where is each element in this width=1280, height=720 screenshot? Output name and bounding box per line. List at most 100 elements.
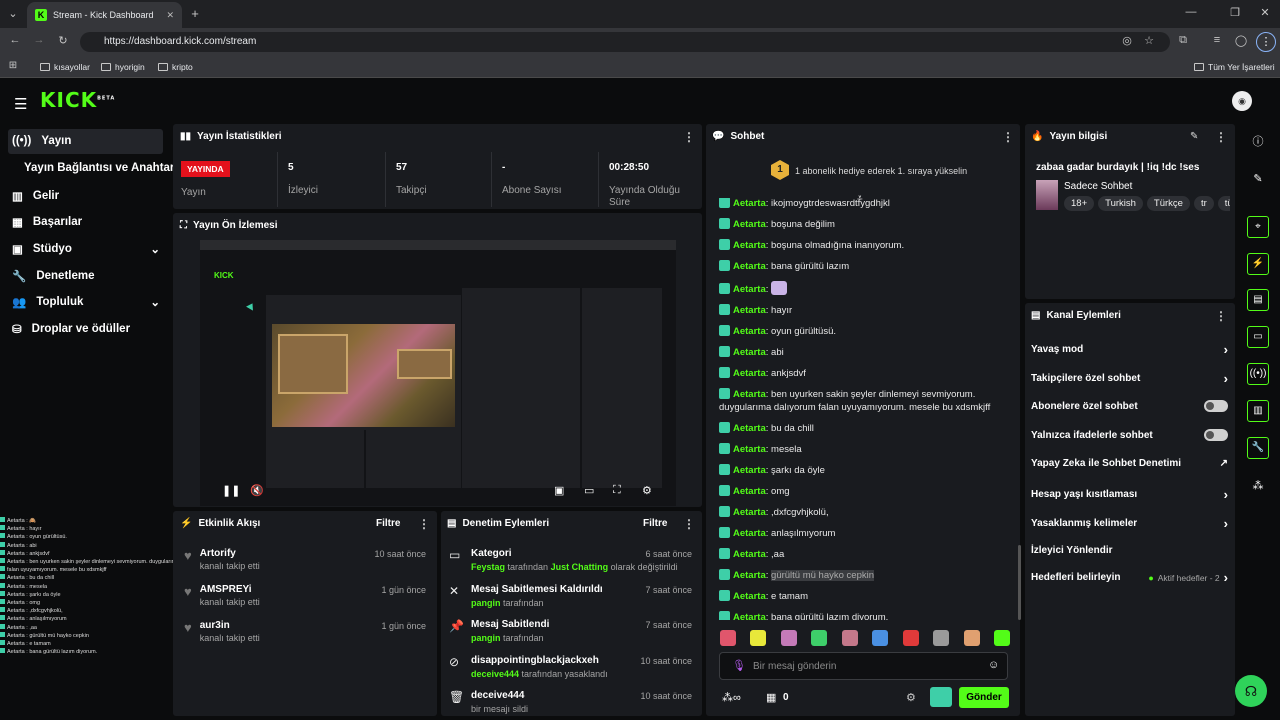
chat-username[interactable]: Aetarta <box>733 465 766 476</box>
channel-action-item[interactable]: İzleyici Yönlendir <box>1031 545 1228 556</box>
channel-action-item[interactable]: Yapay Zeka ile Sohbet Denetimi ↗ <box>1031 458 1228 469</box>
stats-menu-icon[interactable]: ⋮ <box>683 130 695 144</box>
emote-icon[interactable] <box>720 630 736 646</box>
bolt-icon[interactable]: ⚡ <box>1247 253 1269 275</box>
channel-action-item[interactable]: Abonelere özel sohbet <box>1031 400 1228 412</box>
moderation-actor[interactable]: pangin <box>471 598 501 608</box>
sidebar-item-yayin[interactable]: ((•)) Yayın <box>12 135 71 147</box>
chat-message[interactable]: Aetarta: ankjsdvf <box>719 367 1011 380</box>
tag-chip[interactable]: Türkçe <box>1146 196 1190 211</box>
chat-username[interactable]: Aetarta <box>733 305 766 316</box>
tag-chip[interactable]: 18+ <box>1064 196 1095 211</box>
channel-actions-menu-icon[interactable]: ⋮ <box>1215 309 1227 323</box>
info-icon[interactable]: ⓘ <box>1247 131 1269 153</box>
gift-banner-text[interactable]: 1 abonelik hediye ederek 1. sıraya yükse… <box>795 166 967 176</box>
chat-message[interactable]: Aetarta: anlaşılmıyorum <box>719 527 1011 540</box>
chat-message[interactable]: Aetarta: ikojmoygtrdeswasrdtfygdhjkl <box>719 198 1011 210</box>
bookmark-folder-kripto[interactable]: kripto <box>158 62 193 72</box>
tab-list-icon[interactable]: ⌄ <box>6 7 20 20</box>
chat-message[interactable]: Aetarta: e tamam <box>719 590 1011 603</box>
chat-message[interactable]: Aetarta: ,aa <box>719 548 1011 561</box>
channel-action-item[interactable]: Yasaklanmış kelimeler › <box>1031 516 1228 531</box>
emoji-icon[interactable]: ☺ <box>988 659 999 671</box>
chat-settings-icon[interactable]: ⚙ <box>906 691 916 704</box>
chat-input-box[interactable]: 🎙 Bir mesaj gönderin ☺ <box>719 652 1008 680</box>
sidebar-item-gelir[interactable]: ▥ Gelir <box>12 189 59 203</box>
minimize-icon[interactable]: — <box>1184 6 1198 18</box>
activity-menu-icon[interactable]: ⋮ <box>418 517 430 531</box>
avatar[interactable]: ◉ <box>1232 91 1252 111</box>
channel-action-item[interactable]: Yalnızca ifadelerle sohbet <box>1031 429 1228 441</box>
pause-icon[interactable]: ❚❚ <box>222 484 240 497</box>
activity-username[interactable]: aur3in <box>200 620 260 631</box>
chat-username[interactable]: Aetarta <box>733 591 766 602</box>
chat-message[interactable]: Aetarta: boşuna olmadığına inanıyorum. <box>719 239 1011 252</box>
chat-username[interactable]: Aetarta <box>733 549 766 560</box>
bookmark-folder-hyorigin[interactable]: hyorigin <box>101 62 145 72</box>
moderation-item[interactable]: 📌 Mesaj Sabitlendi pangin tarafından 7 saat… <box>449 619 694 655</box>
close-tab-icon[interactable]: ✕ <box>166 10 174 21</box>
chat-message[interactable]: Aetarta: bana gürültü lazım <box>719 260 1011 273</box>
clip-icon[interactable]: ▣ <box>554 484 564 497</box>
tag-chip[interactable]: tr <box>1193 196 1214 211</box>
moderation-actor[interactable]: Feystag <box>471 562 505 572</box>
edit-pencil-icon[interactable]: ✎ <box>1190 131 1198 142</box>
theater-icon[interactable]: ▭ <box>584 484 594 497</box>
chat-message[interactable]: Aetarta: boşuna değilim <box>719 218 1011 231</box>
send-button[interactable]: Gönder <box>959 687 1009 708</box>
all-bookmarks[interactable]: Tüm Yer İşaretleri <box>1194 62 1275 72</box>
moderation-actor[interactable]: pangin <box>471 633 501 643</box>
moderation-item[interactable]: ▭ Kategori Feystag tarafından Just Chattin… <box>449 548 694 584</box>
tag-chip[interactable]: Turkish <box>1098 196 1143 211</box>
channel-action-item[interactable]: Takipçilere özel sohbet › <box>1031 371 1228 386</box>
sidebar-item-droplar[interactable]: ⛁ Droplar ve ödüller <box>12 322 130 336</box>
activity-item[interactable]: ♥ Artorify kanalı takip etti 10 saat önce <box>184 548 430 584</box>
emote-icon[interactable] <box>933 630 950 646</box>
new-tab-icon[interactable]: + <box>188 6 202 21</box>
media-icon[interactable]: ≡ <box>1210 34 1224 46</box>
chat-icon[interactable]: ▭ <box>1247 326 1269 348</box>
chat-message[interactable]: Aetarta: gürültü mü hayko cepkin <box>719 569 1011 582</box>
emote-icon[interactable] <box>841 630 858 646</box>
sidebar-item-basarilar[interactable]: ▦ Başarılar <box>12 215 82 229</box>
chat-message[interactable]: Aetarta: oyun gürültüsü. <box>719 325 1011 338</box>
moderation-item[interactable]: 🗑 deceive444 bir mesajı sildi 10 saat önce <box>449 690 694 715</box>
chat-username[interactable]: Aetarta <box>733 326 766 337</box>
chat-username[interactable]: Aetarta <box>733 612 766 620</box>
bot-icon[interactable] <box>930 687 952 707</box>
chat-scrollbar[interactable] <box>1018 545 1021 620</box>
chat-message[interactable]: Aetarta: şarkı da öyle <box>719 464 1011 477</box>
chat-message[interactable]: Aetarta: mesela <box>719 443 1011 456</box>
moderation-item[interactable]: ✕ Mesaj Sabitlemesi Kaldırıldı pangin tara… <box>449 584 694 620</box>
chat-username[interactable]: Aetarta <box>733 486 766 497</box>
chat-username[interactable]: Aetarta <box>733 444 766 455</box>
wrench-icon[interactable]: 🔧 <box>1247 437 1269 459</box>
kick-points-icon[interactable]: ⁂∞ <box>722 691 741 704</box>
emote-icon[interactable] <box>780 630 797 646</box>
maximize-icon[interactable]: ❐ <box>1228 6 1242 19</box>
chat-username[interactable]: Aetarta <box>733 198 766 209</box>
chat-menu-icon[interactable]: ⋮ <box>1002 130 1014 144</box>
emote-icon[interactable] <box>872 630 889 646</box>
sidebar-item-stream-key[interactable]: Yayın Bağlantısı ve Anahtarı <box>24 162 178 174</box>
target-icon[interactable]: ⌖ <box>1247 216 1269 238</box>
gift-box-icon[interactable]: ▦ <box>766 691 776 704</box>
channel-action-item[interactable]: Hesap yaşı kısıtlaması › <box>1031 487 1228 502</box>
chat-username[interactable]: Aetarta <box>733 570 766 581</box>
chat-message[interactable]: Aetarta: <box>719 281 1011 296</box>
forward-icon[interactable]: → <box>32 34 46 46</box>
fullscreen-icon[interactable]: ⛶ <box>613 484 621 497</box>
chat-username[interactable]: Aetarta <box>733 219 766 230</box>
chat-username[interactable]: Aetarta <box>733 368 766 379</box>
moderation-menu-icon[interactable]: ⋮ <box>683 517 695 531</box>
info-menu-icon[interactable]: ⋮ <box>1215 130 1227 144</box>
mute-icon[interactable]: 🔇 <box>250 484 264 497</box>
chat-username[interactable]: Aetarta <box>733 261 766 272</box>
sidebar-item-studyo[interactable]: ▣ Stüdyo ⌄ <box>12 242 160 256</box>
category-name[interactable]: Sadece Sohbet <box>1064 181 1132 192</box>
emote-icon[interactable] <box>963 630 980 646</box>
layout-icon[interactable]: ▥ <box>1247 400 1269 422</box>
chat-message[interactable]: Aetarta: hayır <box>719 304 1011 317</box>
emote-icon[interactable] <box>902 630 919 646</box>
document-icon[interactable]: ▤ <box>1247 289 1269 311</box>
